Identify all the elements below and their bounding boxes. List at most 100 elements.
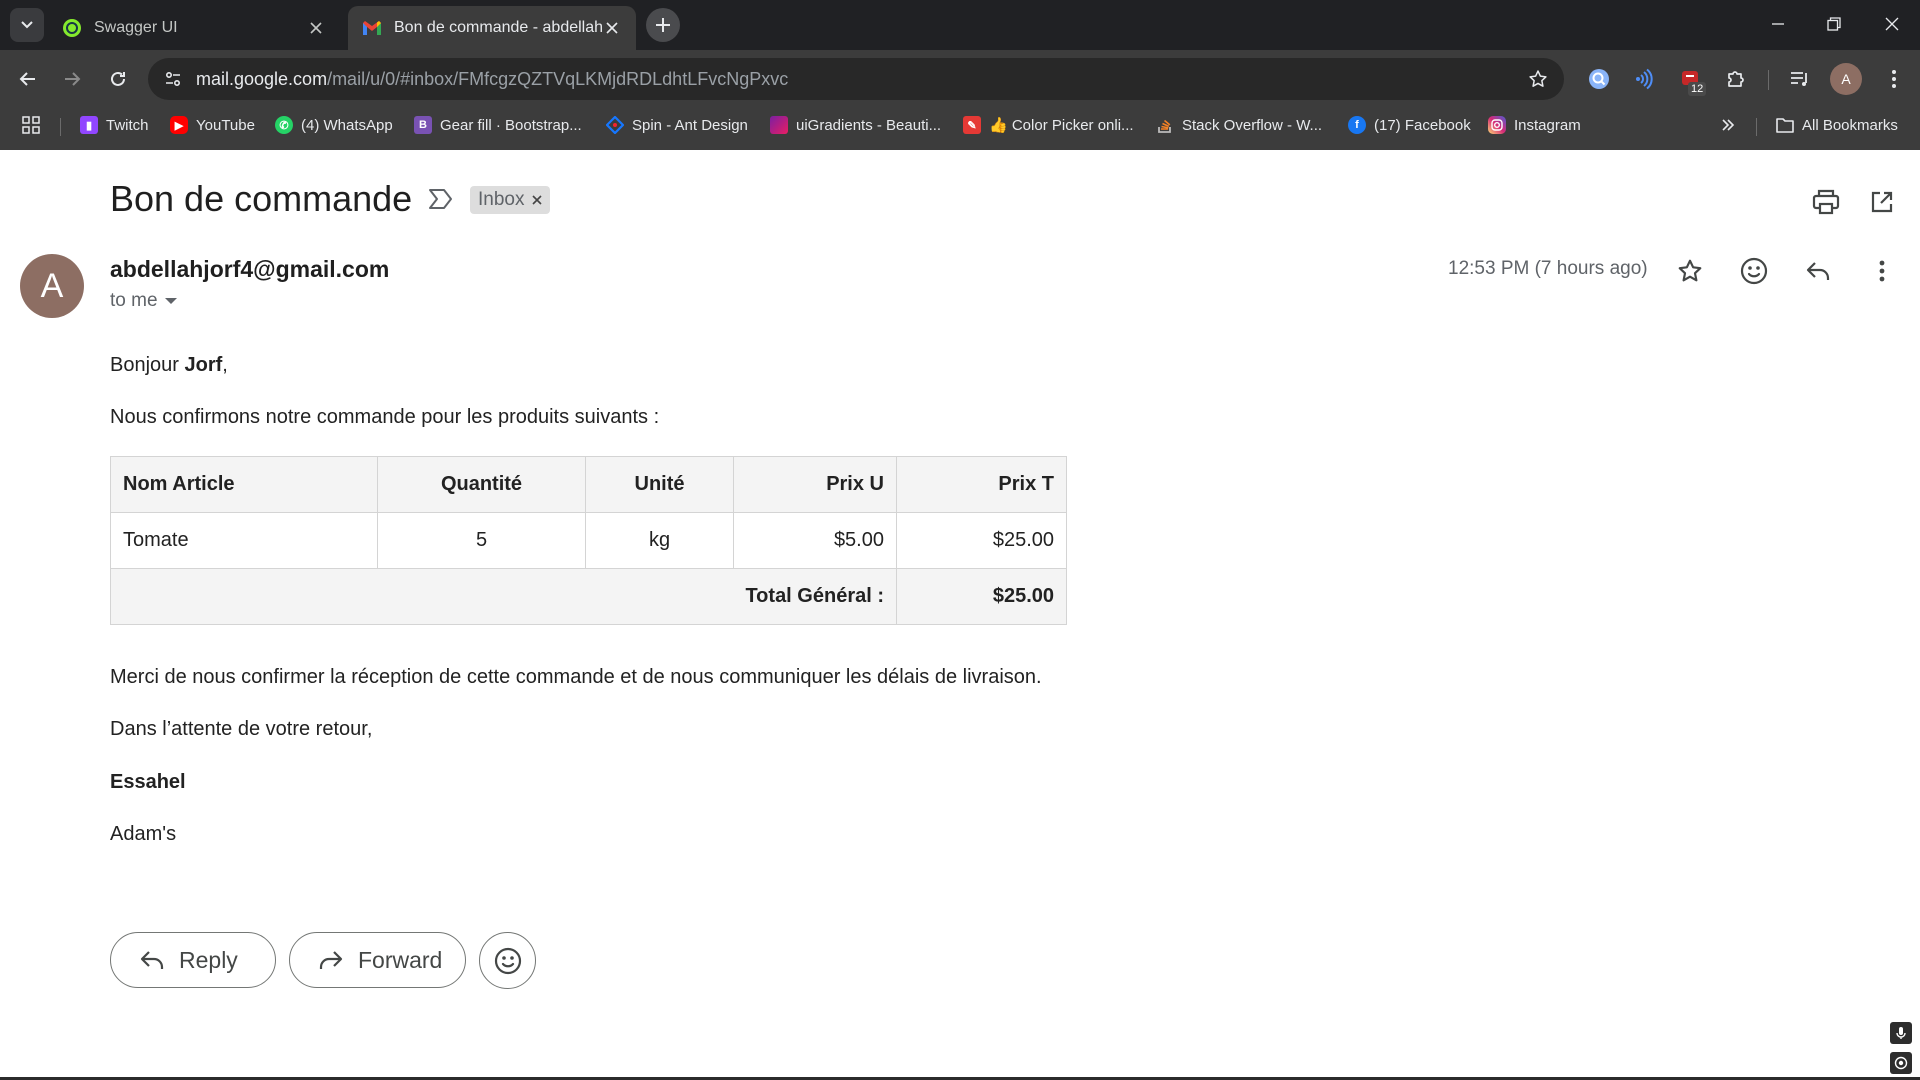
new-tab-button[interactable] [646, 8, 680, 42]
arrow-right-icon [65, 72, 81, 86]
twitch-icon: ▮ [80, 116, 98, 134]
profile-avatar[interactable]: A [1830, 63, 1862, 95]
stackoverflow-icon [1156, 116, 1174, 134]
closing-request: Merci de nous confirmer la réception de … [110, 666, 1042, 688]
bookmark-label: 👍 Color Picker onli... [989, 117, 1134, 134]
bookmark-bootstrap[interactable]: B Gear fill · Bootstrap... [414, 108, 582, 142]
forward-nav-button[interactable] [54, 61, 90, 97]
close-window-button[interactable] [1864, 0, 1920, 48]
voice-input-button[interactable] [1890, 1022, 1912, 1044]
bookmark-label: Instagram [1514, 116, 1581, 134]
lens-extension-button[interactable] [1581, 61, 1617, 97]
url-host: mail.google.com [196, 69, 328, 89]
emoji-icon [1740, 257, 1768, 285]
antdesign-icon [606, 116, 624, 134]
bookmark-label: YouTube [196, 116, 255, 134]
restore-button[interactable] [1806, 0, 1862, 48]
extension-badge-count: 12 [1688, 82, 1707, 96]
tab-strip: Swagger UI Bon de commande - abdellahjo [0, 0, 1920, 50]
column-header: Nom Article [110, 456, 378, 513]
url-text[interactable]: mail.google.com/mail/u/0/#inbox/FMfcgzQZ… [196, 58, 788, 100]
whatsapp-icon: ✆ [275, 116, 293, 134]
tab-swagger[interactable]: Swagger UI [48, 6, 340, 50]
bookmark-label: Stack Overflow - W... [1182, 116, 1323, 134]
apps-button[interactable] [22, 108, 40, 142]
double-chevron-right-icon [1722, 119, 1735, 131]
add-reaction-button[interactable] [1734, 251, 1774, 291]
star-email-button[interactable] [1670, 251, 1710, 291]
cell-quantity: 5 [377, 512, 586, 569]
recipient-label: to me [110, 290, 158, 311]
bookmark-star-button[interactable] [1520, 61, 1556, 97]
reload-button[interactable] [100, 61, 136, 97]
tab-search-button[interactable] [10, 8, 44, 42]
close-tab-icon[interactable] [602, 18, 622, 38]
lens-icon [1589, 69, 1609, 89]
address-bar[interactable]: mail.google.com/mail/u/0/#inbox/FMfcgzQZ… [148, 58, 1564, 100]
read-aloud-extension-button[interactable] [1627, 61, 1663, 97]
more-options-button[interactable] [1862, 251, 1902, 291]
browser-menu-button[interactable] [1876, 61, 1912, 97]
sender-email[interactable]: abdellahjorf4@gmail.com [110, 256, 389, 283]
bookmarks-divider [60, 118, 61, 136]
forward-button[interactable]: Forward [289, 932, 466, 988]
bookmark-instagram[interactable]: Instagram [1488, 108, 1581, 142]
all-bookmarks-button[interactable]: All Bookmarks [1776, 108, 1898, 142]
column-header: Prix U [733, 456, 897, 513]
close-icon [1885, 17, 1899, 31]
bookmark-whatsapp[interactable]: ✆ (4) WhatsApp [275, 108, 393, 142]
back-button[interactable] [10, 61, 46, 97]
bookmark-label: (4) WhatsApp [301, 116, 393, 134]
microphone-icon [1896, 1027, 1906, 1039]
bookmark-antdesign[interactable]: Spin - Ant Design [606, 108, 748, 142]
bootstrap-icon: B [414, 116, 432, 134]
bookmark-twitch[interactable]: ▮ Twitch [80, 108, 149, 142]
more-vert-icon [1879, 260, 1885, 282]
sound-waves-icon [1636, 68, 1653, 90]
reply-header-button[interactable] [1798, 251, 1838, 291]
reload-icon [111, 71, 125, 86]
signature-name: Essahel [110, 771, 186, 793]
extension-badge-button[interactable]: 12 [1673, 61, 1709, 97]
tab-gmail[interactable]: Bon de commande - abdellahjo [348, 6, 636, 50]
inbox-label-chip[interactable]: Inbox [470, 186, 551, 214]
bookmark-colorpicker[interactable]: ✎ 👍 Color Picker onli... [963, 108, 1134, 142]
print-all-button[interactable] [1806, 182, 1846, 222]
intro-paragraph: Nous confirmons notre commande pour les … [110, 406, 660, 428]
bookmark-label: Spin - Ant Design [632, 116, 748, 134]
minimize-button[interactable] [1750, 0, 1806, 48]
total-label: Total Général : [110, 568, 897, 625]
plus-icon [656, 18, 670, 32]
sender-initial: A [40, 266, 64, 305]
extensions-button[interactable] [1718, 61, 1754, 97]
star-outline-icon [1529, 70, 1547, 87]
media-controls-button[interactable] [1782, 61, 1818, 97]
site-info-button[interactable] [156, 62, 190, 96]
importance-marker[interactable] [428, 188, 454, 210]
open-new-window-button[interactable] [1862, 182, 1902, 222]
bookmark-stackoverflow[interactable]: Stack Overflow - W... [1156, 108, 1322, 142]
recipient-details-toggle[interactable]: to me [110, 290, 178, 312]
label-text: Inbox [478, 189, 525, 210]
emoji-reaction-button[interactable] [479, 932, 536, 989]
tab-title: Swagger UI [94, 19, 178, 36]
folder-icon [1776, 116, 1794, 134]
screen-capture-button[interactable] [1890, 1052, 1912, 1074]
remove-label-icon[interactable] [532, 195, 543, 205]
cell-total-price: $25.00 [896, 512, 1067, 569]
close-tab-icon[interactable] [306, 18, 326, 38]
total-row: Total Général : $25.00 [110, 568, 1067, 625]
email-subject: Bon de commande [110, 178, 413, 219]
reply-button[interactable]: Reply [110, 932, 276, 988]
greeting: Bonjour Jorf, [110, 354, 228, 377]
table-row: Tomate 5 kg $5.00 $25.00 [110, 512, 1067, 569]
bookmark-youtube[interactable]: ▶ YouTube [170, 108, 255, 142]
sender-avatar[interactable]: A [20, 254, 84, 318]
bookmark-uigradients[interactable]: uiGradients - Beauti... [770, 108, 941, 142]
more-bookmarks-button[interactable] [1720, 108, 1736, 142]
puzzle-icon [1728, 71, 1744, 87]
restore-icon [1827, 17, 1841, 31]
bookmark-facebook[interactable]: f (17) Facebook [1348, 108, 1471, 142]
forward-icon [318, 949, 344, 971]
bookmark-label: uiGradients - Beauti... [796, 116, 942, 134]
